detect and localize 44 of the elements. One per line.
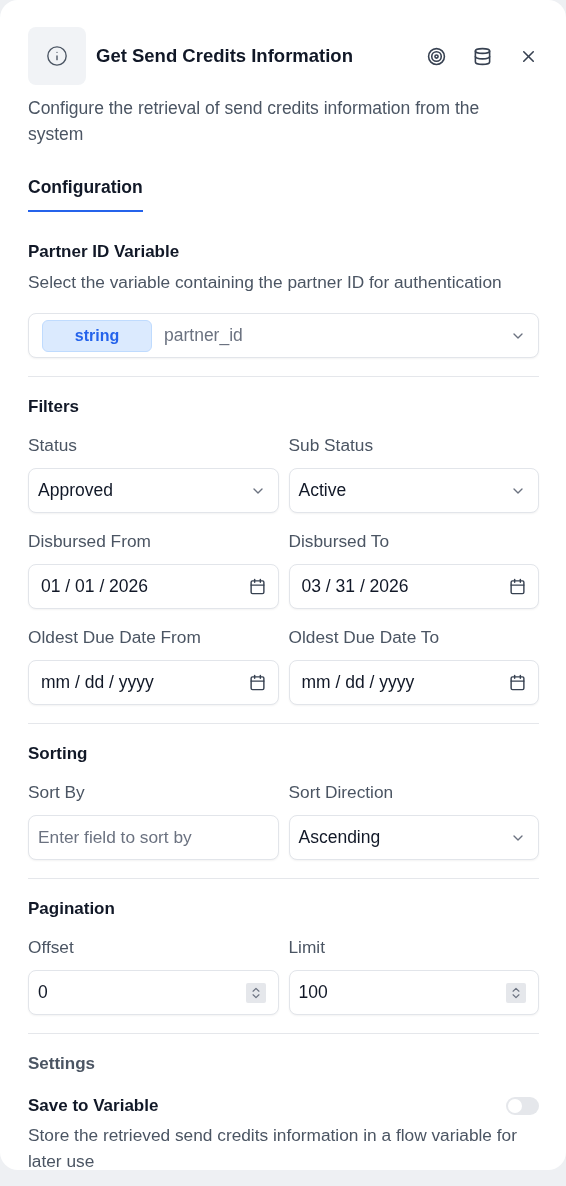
spinner-icon: [506, 982, 526, 1003]
tab[interactable]: Configuration: [28, 177, 143, 212]
date-field[interactable]: mm / dd / yyyy: [288, 660, 539, 705]
panel-title: Get Send Credits Information: [96, 45, 354, 67]
type-tag: string: [42, 319, 152, 352]
target-icon[interactable]: [426, 46, 446, 66]
calendar-icon: [509, 578, 526, 595]
date-field[interactable]: 03 / 31 / 2026: [288, 564, 539, 609]
toggle-description: Store the retrieved send credits information in a flow variable for later use: [28, 1124, 518, 1170]
field-label: Oldest Due Date From: [28, 627, 202, 648]
dropdown[interactable]: Active: [288, 468, 539, 513]
section-heading: Pagination: [28, 899, 116, 919]
variable-name: partner_id: [164, 325, 244, 346]
date-field[interactable]: 01 / 01 / 2026: [28, 564, 279, 609]
field-label: Limit: [288, 937, 326, 958]
dropdown[interactable]: Approved: [28, 468, 279, 513]
field-label: Status: [28, 435, 78, 456]
section-heading: Sorting: [28, 744, 89, 764]
input-field[interactable]: Enter field to sort by: [28, 815, 279, 860]
field-label: Oldest Due Date To: [288, 627, 440, 648]
calendar-icon: [509, 674, 526, 691]
number-field[interactable]: 100: [288, 970, 539, 1015]
section-heading: Partner ID Variable: [28, 242, 181, 262]
field-label: Sub Status: [288, 435, 375, 456]
field-label: Disbursed From: [28, 531, 152, 552]
variable-dropdown[interactable]: string partner_id: [28, 313, 539, 358]
field-label: Sort Direction: [288, 782, 395, 803]
field-hint: Select the variable containing the partner ID for authentication: [28, 272, 503, 293]
toggle-switch[interactable]: [506, 1097, 539, 1115]
toggle-label: Save to Variable: [28, 1096, 159, 1116]
spinner-icon: [245, 982, 266, 1003]
number-field[interactable]: 0: [28, 970, 279, 1015]
database-icon[interactable]: [472, 46, 492, 66]
field-label: Offset: [28, 937, 75, 958]
field-label: Sort By: [28, 782, 86, 803]
panel-description: Configure the retrieval of send credits information from the system: [28, 97, 481, 146]
field-label: Disbursed To: [288, 531, 391, 552]
calendar-icon: [248, 674, 266, 691]
section-heading: Settings: [28, 1054, 97, 1074]
info-icon: [28, 27, 86, 85]
dropdown[interactable]: Ascending: [288, 815, 539, 860]
section-heading: Filters: [28, 397, 81, 417]
calendar-icon: [248, 578, 266, 595]
date-field[interactable]: mm / dd / yyyy: [28, 660, 279, 705]
